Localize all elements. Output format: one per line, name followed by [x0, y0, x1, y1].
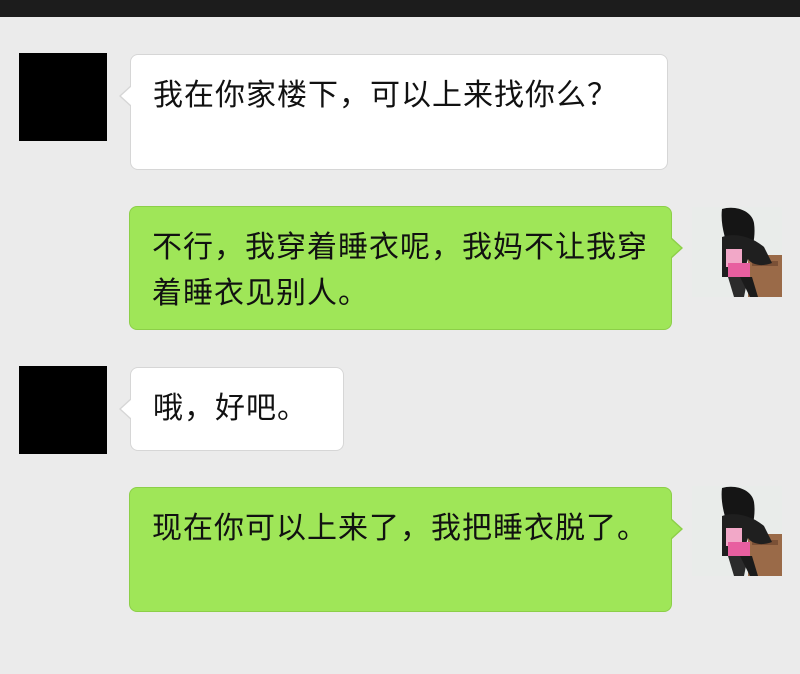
message-text: 我在你家楼下，可以上来找你么？	[153, 78, 618, 113]
user-photo-icon	[692, 486, 782, 576]
contact-avatar-redacted[interactable]	[19, 366, 107, 454]
chat-message-list[interactable]: 我在你家楼下，可以上来找你么？ 不行，我穿着睡衣呢，我妈不让我穿着睡衣见别人。 …	[0, 17, 800, 674]
outgoing-message-bubble[interactable]: 现在你可以上来了，我把睡衣脱了。	[129, 487, 683, 612]
message-text: 不行，我穿着睡衣呢，我妈不让我穿着睡衣见别人。	[152, 230, 648, 311]
message-text: 现在你可以上来了，我把睡衣脱了。	[152, 511, 648, 546]
incoming-message-bubble[interactable]: 我在你家楼下，可以上来找你么？	[119, 54, 668, 170]
user-avatar-photo[interactable]	[692, 486, 782, 576]
incoming-message-bubble[interactable]: 哦，好吧。	[119, 367, 344, 451]
top-status-bar	[0, 0, 800, 17]
contact-avatar-redacted[interactable]	[19, 53, 107, 141]
user-avatar-photo[interactable]	[692, 207, 782, 297]
outgoing-message-bubble[interactable]: 不行，我穿着睡衣呢，我妈不让我穿着睡衣见别人。	[129, 206, 683, 330]
message-text: 哦，好吧。	[153, 391, 308, 426]
user-photo-icon	[692, 207, 782, 297]
